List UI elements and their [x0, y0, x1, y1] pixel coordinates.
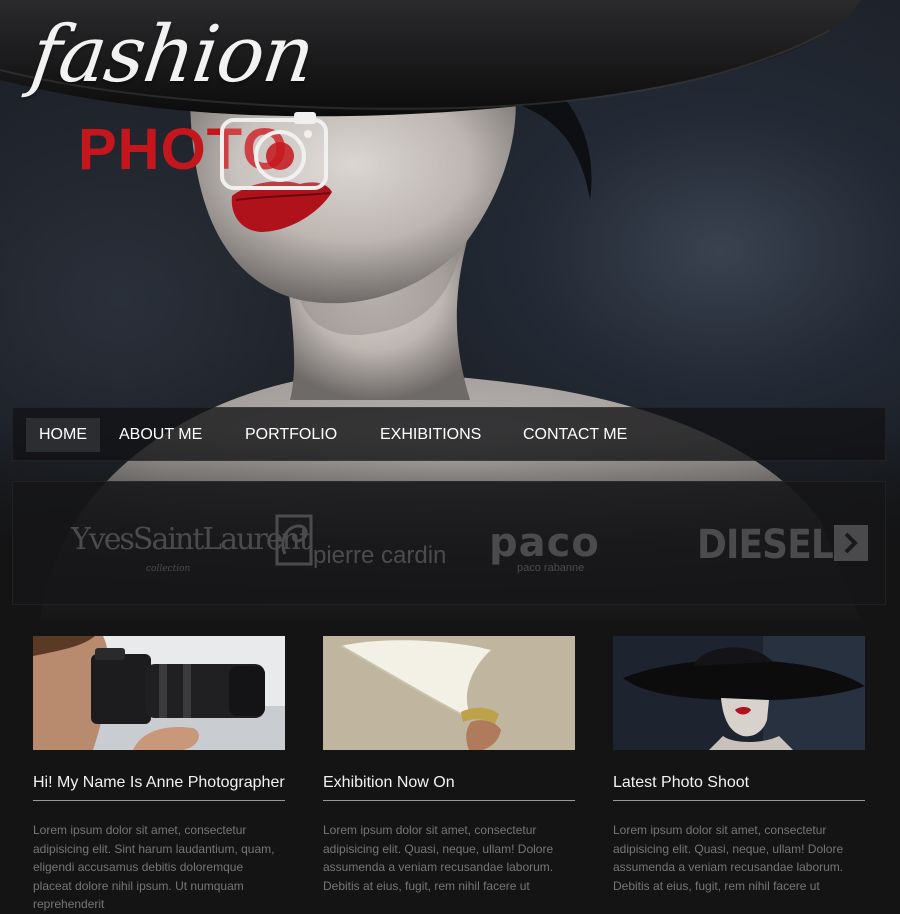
thumbnail-photographer[interactable] [33, 636, 285, 750]
site-logo[interactable]: fashion PHOTO [26, 10, 340, 190]
nav-item-about-me[interactable]: ABOUT ME [119, 418, 202, 452]
pierre-cardin-mark-icon [275, 514, 313, 566]
column-text: Lorem ipsum dolor sit amet, consectetur … [323, 823, 554, 893]
nav-item-portfolio[interactable]: PORTFOLIO [245, 418, 337, 452]
logo-script-word: fashion [25, 10, 320, 100]
chevron-right-icon [844, 532, 858, 554]
column-text: Lorem ipsum dolor sit amet, consectetur … [613, 823, 844, 893]
photographer-image [33, 636, 285, 750]
column-title[interactable]: Latest Photo Shoot [613, 774, 865, 801]
brand-logo-ysl[interactable]: YvesSaintLaurent [71, 522, 311, 557]
brand-logo-paco-sub: paco rabanne [517, 562, 585, 574]
column-latest-shoot: Latest Photo Shoot Lorem ipsum dolor sit… [613, 636, 865, 895]
brand-logo-diesel[interactable]: DIESEL [697, 522, 834, 568]
nav-item-exhibitions[interactable]: EXHIBITIONS [380, 418, 481, 452]
exhibition-image [323, 636, 575, 750]
brand-slider: YvesSaintLaurent collection pierre cardi… [12, 481, 886, 605]
column-title[interactable]: Hi! My Name Is Anne Photographer [33, 774, 285, 801]
thumbnail-exhibition[interactable] [323, 636, 575, 750]
thumbnail-latest-shoot[interactable] [613, 636, 865, 750]
nav-item-contact-me[interactable]: CONTACT ME [523, 418, 627, 452]
column-about: Hi! My Name Is Anne Photographer Lorem i… [33, 636, 285, 914]
main-nav: HOME ABOUT ME PORTFOLIO EXHIBITIONS CONT… [12, 407, 886, 461]
column-exhibition: Exhibition Now On Lorem ipsum dolor sit … [323, 636, 575, 895]
brand-logo-ysl-sub: collection [146, 564, 191, 574]
column-title[interactable]: Exhibition Now On [323, 774, 575, 801]
brand-logo-paco[interactable]: paco [489, 520, 600, 566]
nav-item-home[interactable]: HOME [26, 418, 100, 452]
brand-logo-pierre-cardin[interactable]: pierre cardin [313, 542, 446, 570]
camera-icon [220, 112, 328, 190]
latest-shoot-image [613, 636, 865, 750]
slider-next-button[interactable] [834, 525, 868, 561]
